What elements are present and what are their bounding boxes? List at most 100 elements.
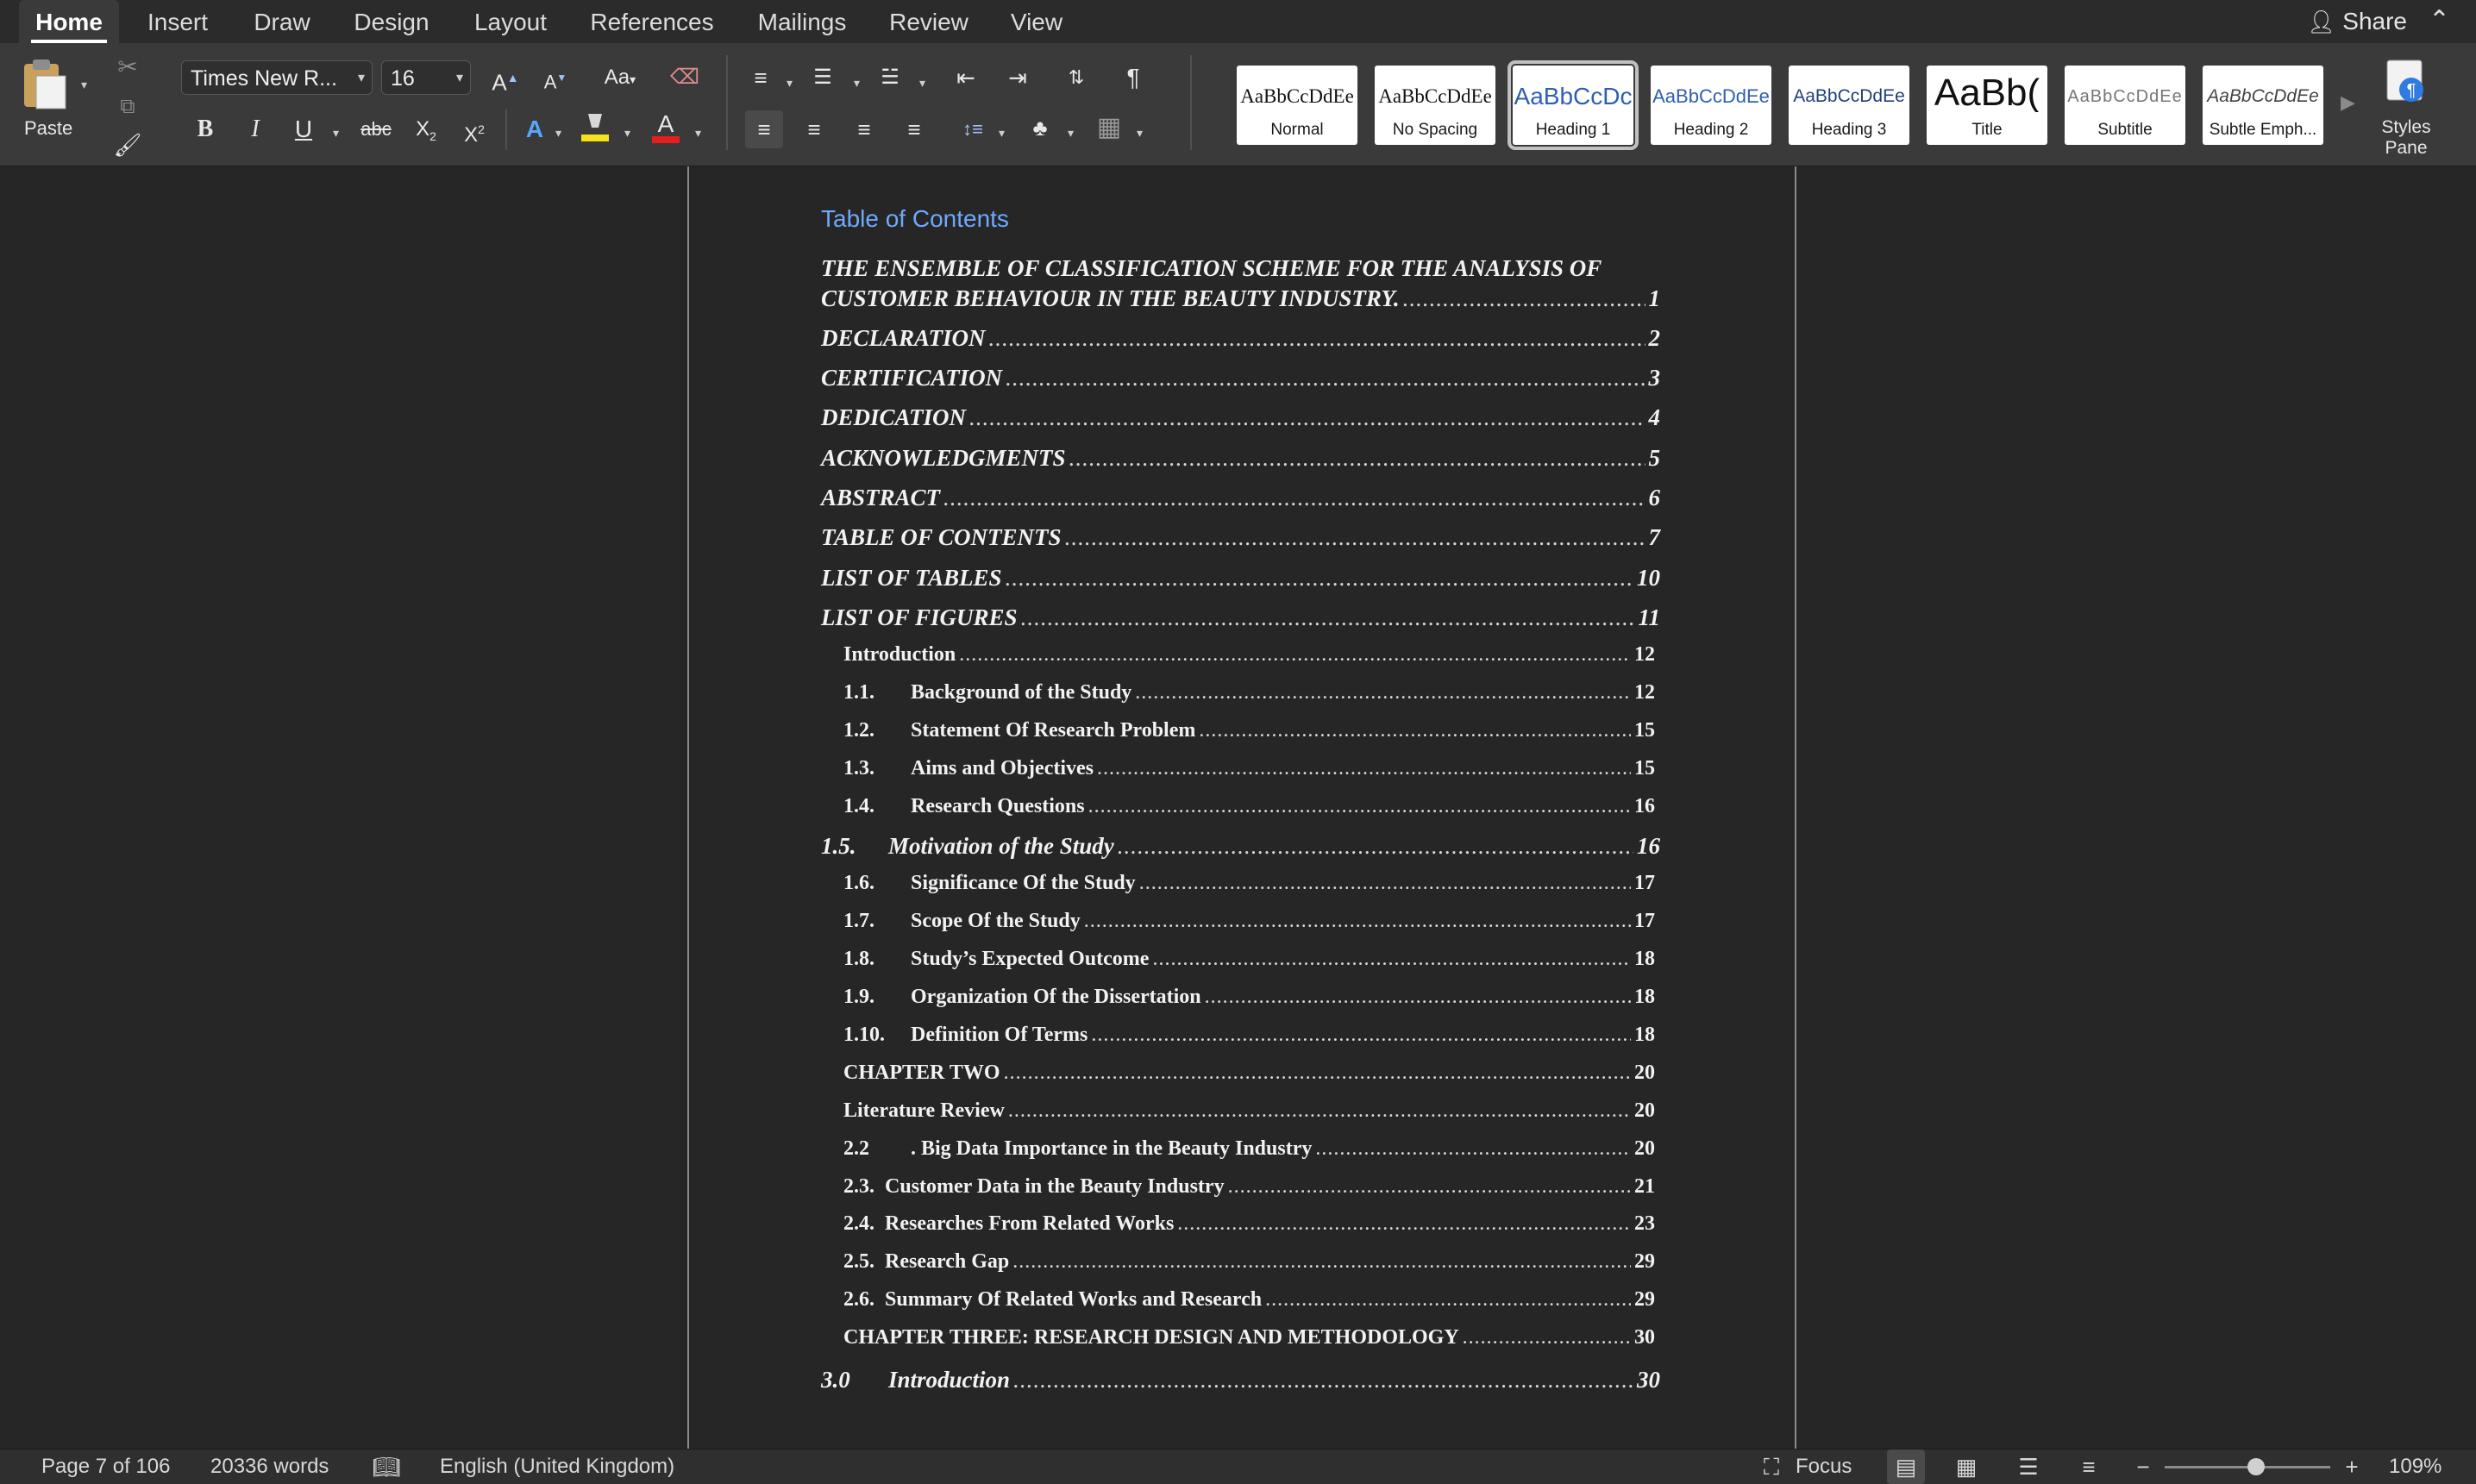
- toc-entry-title-line1[interactable]: THE ENSEMBLE OF CLASSIFICATION SCHEME FO…: [821, 255, 1602, 282]
- toc-entry[interactable]: 2.2 . Big Data Importance in the Beauty I…: [843, 1137, 1655, 1161]
- toc-entry[interactable]: TABLE OF CONTENTS 7: [821, 524, 1660, 551]
- toc-entry[interactable]: Introduction 12: [843, 643, 1655, 667]
- style-no-spacing[interactable]: AaBbCcDdEe No Spacing: [1375, 66, 1495, 145]
- page-count[interactable]: Page 7 of 106: [41, 1450, 170, 1484]
- style-title[interactable]: AaBb( Title: [1927, 66, 2047, 145]
- show-formatting-marks-icon[interactable]: ¶: [1114, 59, 1152, 97]
- toc-entry[interactable]: 3.0 Introduction 30: [821, 1367, 1660, 1393]
- highlight-color-button[interactable]: [576, 109, 614, 147]
- zoom-out-button[interactable]: −: [2130, 1450, 2156, 1484]
- toc-entry[interactable]: LIST OF FIGURES 11: [821, 604, 1660, 631]
- borders-icon[interactable]: ▦: [1090, 109, 1128, 147]
- italic-button[interactable]: I: [236, 110, 274, 148]
- word-count[interactable]: 20336 words: [210, 1450, 329, 1484]
- style-heading-2[interactable]: AaBbCcDdEe Heading 2: [1651, 66, 1771, 145]
- style-subtitle[interactable]: AaBbCcDdEe Subtitle: [2065, 66, 2185, 145]
- toc-entry[interactable]: Literature Review 20: [843, 1099, 1655, 1123]
- decrease-font-size-icon[interactable]: A▼: [533, 59, 578, 97]
- toc-entry[interactable]: LIST OF TABLES 10: [821, 565, 1660, 592]
- print-layout-icon[interactable]: ▤: [1887, 1450, 1925, 1484]
- draft-view-icon[interactable]: ≡: [2070, 1450, 2108, 1484]
- tab-home[interactable]: Home: [19, 0, 119, 43]
- tab-design[interactable]: Design: [345, 0, 438, 43]
- underline-options-caret[interactable]: ▾: [333, 126, 339, 141]
- text-effects-caret[interactable]: ▾: [555, 126, 561, 141]
- document-page[interactable]: Table of Contents THE ENSEMBLE OF CLASSI…: [687, 166, 1796, 1449]
- toc-entry[interactable]: 2.6. Summary Of Related Works and Researc…: [843, 1288, 1655, 1312]
- tab-mailings[interactable]: Mailings: [747, 0, 857, 43]
- align-right-icon[interactable]: ≡: [845, 110, 883, 148]
- multilevel-list-caret[interactable]: ▾: [919, 76, 925, 91]
- tab-review[interactable]: Review: [883, 0, 975, 43]
- font-size-dropdown[interactable]: 16 ▾: [381, 60, 471, 95]
- proofing-icon[interactable]: 📖︎: [369, 1450, 404, 1484]
- strikethrough-button[interactable]: abc: [355, 110, 397, 148]
- line-spacing-icon[interactable]: ↕≡: [954, 110, 992, 148]
- line-spacing-caret[interactable]: ▾: [999, 126, 1005, 141]
- font-name-dropdown[interactable]: Times New R... ▾: [181, 60, 373, 95]
- tab-references[interactable]: References: [583, 0, 721, 43]
- bullets-caret[interactable]: ▾: [787, 76, 793, 91]
- zoom-level[interactable]: 109%: [2389, 1450, 2442, 1484]
- toc-entry[interactable]: 1.5. Motivation of the Study 16: [821, 833, 1660, 860]
- shading-icon[interactable]: ♣: [1021, 109, 1059, 147]
- text-effects-icon[interactable]: A: [516, 110, 554, 148]
- copy-icon[interactable]: ⧉: [109, 88, 147, 126]
- superscript-button[interactable]: X2: [455, 110, 493, 148]
- zoom-slider[interactable]: [2165, 1458, 2330, 1475]
- multilevel-list-icon[interactable]: ☱: [871, 59, 909, 97]
- toc-entry[interactable]: CUSTOMER BEHAVIOUR IN THE BEAUTY INDUSTR…: [821, 285, 1660, 312]
- toc-entry[interactable]: ACKNOWLEDGMENTS 5: [821, 445, 1660, 472]
- toc-entry[interactable]: 1.3. Aims and Objectives 15: [843, 757, 1655, 780]
- web-layout-icon[interactable]: ▦: [1947, 1450, 1985, 1484]
- toc-entry[interactable]: CHAPTER THREE: RESEARCH DESIGN AND METHO…: [843, 1326, 1655, 1349]
- bullets-icon[interactable]: ≡: [742, 59, 780, 97]
- toc-entry[interactable]: 1.7. Scope Of the Study 17: [843, 910, 1655, 933]
- zoom-in-button[interactable]: +: [2339, 1450, 2365, 1484]
- numbering-icon[interactable]: ☰: [804, 59, 842, 97]
- share-button[interactable]: 👤︎ Share: [2307, 0, 2407, 43]
- focus-button[interactable]: Focus: [1796, 1450, 1852, 1484]
- subscript-button[interactable]: X2: [407, 110, 445, 148]
- toc-entry[interactable]: 2.3. Customer Data in the Beauty Industry…: [843, 1175, 1655, 1199]
- paste-button[interactable]: [21, 57, 69, 110]
- sort-icon[interactable]: ⇅: [1057, 59, 1095, 97]
- style-heading-3[interactable]: AaBbCcDdEe Heading 3: [1789, 66, 1909, 145]
- styles-gallery-next-icon[interactable]: ▶: [2341, 91, 2355, 114]
- font-color-caret[interactable]: ▾: [695, 126, 701, 141]
- toc-entry[interactable]: 1.1. Background of the Study 12: [843, 681, 1655, 704]
- clear-formatting-icon[interactable]: ⌫: [664, 59, 705, 97]
- tab-draw[interactable]: Draw: [245, 0, 319, 43]
- tab-insert[interactable]: Insert: [136, 0, 219, 43]
- increase-font-size-icon[interactable]: A▲: [483, 59, 528, 97]
- highlight-color-caret[interactable]: ▾: [624, 126, 630, 141]
- style-subtle-emphasis[interactable]: AaBbCcDdEe Subtle Emph...: [2203, 66, 2323, 145]
- style-normal[interactable]: AaBbCcDdEe Normal: [1237, 66, 1357, 145]
- align-left-icon[interactable]: ≡: [745, 110, 783, 148]
- bold-button[interactable]: B: [186, 110, 224, 148]
- toc-entry[interactable]: 1.8. Study’s Expected Outcome 18: [843, 948, 1655, 971]
- change-case-icon[interactable]: Aa▾: [590, 59, 650, 97]
- underline-button[interactable]: U: [285, 110, 323, 148]
- toc-entry[interactable]: 2.5. Research Gap 29: [843, 1250, 1655, 1274]
- format-painter-icon[interactable]: 🖌︎: [109, 126, 147, 164]
- toc-entry[interactable]: 1.2. Statement Of Research Problem 15: [843, 719, 1655, 742]
- language-indicator[interactable]: English (United Kingdom): [440, 1450, 674, 1484]
- tab-view[interactable]: View: [1000, 0, 1073, 43]
- paste-options-caret[interactable]: ▾: [81, 78, 87, 92]
- toc-entry[interactable]: 1.6. Significance Of the Study 17: [843, 872, 1655, 895]
- toc-entry[interactable]: 1.9. Organization Of the Dissertation 18: [843, 986, 1655, 1009]
- toc-entry[interactable]: 1.4. Research Questions 16: [843, 795, 1655, 818]
- collapse-ribbon-icon[interactable]: ⌃: [2429, 5, 2450, 35]
- cut-icon[interactable]: ✂: [109, 48, 147, 86]
- focus-icon[interactable]: ⛶: [1756, 1450, 1787, 1484]
- toc-entry[interactable]: ABSTRACT 6: [821, 485, 1660, 511]
- justify-icon[interactable]: ≡: [895, 110, 933, 148]
- tab-layout[interactable]: Layout: [464, 0, 557, 43]
- toc-entry[interactable]: CERTIFICATION 3: [821, 365, 1660, 391]
- font-color-button[interactable]: A: [647, 109, 685, 147]
- toc-entry[interactable]: 1.10. Definition Of Terms 18: [843, 1024, 1655, 1047]
- style-heading-1[interactable]: AaBbCcDc Heading 1: [1508, 60, 1639, 150]
- zoom-slider-thumb[interactable]: [2247, 1458, 2265, 1475]
- shading-caret[interactable]: ▾: [1068, 126, 1074, 141]
